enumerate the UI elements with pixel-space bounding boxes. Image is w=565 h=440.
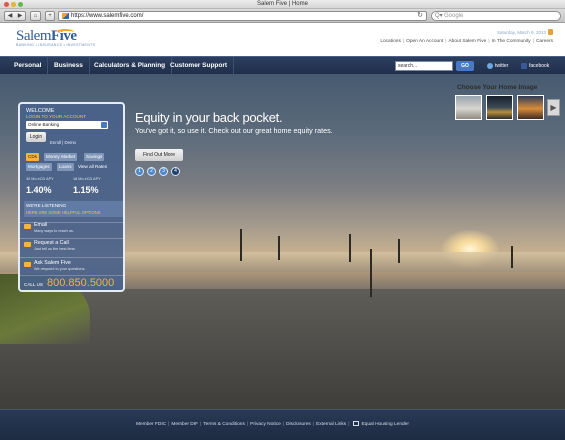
add-bookmark-icon[interactable]: + [45,11,55,21]
rate-value-18mo: 1.15% [73,185,99,195]
account-type-select[interactable]: Online Banking [26,121,108,129]
util-link-locations[interactable]: Locations [380,39,401,44]
address-bar[interactable]: https://www.salemfive.com/ ↻ [58,11,427,21]
helpful-options-label: HERE ARE SOME HELPFUL OPTIONS [26,210,101,215]
reload-icon[interactable]: ↻ [417,12,423,20]
slide-pager-4[interactable]: 4 [171,167,180,176]
home-image-thumb-1[interactable] [455,95,482,120]
slide-pager-1[interactable]: 1 [135,167,144,176]
browser-search-placeholder: Google [444,13,464,19]
divider [20,257,123,258]
home-image-thumb-3[interactable] [517,95,544,120]
main-nav: Personal Business Calculators & Planning… [0,56,565,74]
logo-swoosh-icon [56,29,74,35]
current-date: Saturday, March 9, 2013 [497,30,546,35]
login-panel: WELCOME LOGIN TO YOUR ACCOUNT Online Ban… [18,102,125,292]
salem-five-logo[interactable]: SalemFive BANKING • INSURANCE • INVESTME… [16,28,95,47]
ask-salem-five-option[interactable]: Ask Salem Five [34,260,71,266]
enroll-demo-links[interactable]: Enroll | Demo [50,140,76,145]
back-icon[interactable]: ◀ [5,12,15,20]
window-title: Salem Five | Home [257,1,308,7]
slide-pager-3[interactable]: 3 [159,167,168,176]
pole-image [278,236,280,260]
pole-image [398,239,400,263]
rate-label-30mo: 30 Mo eCD APY [26,177,54,181]
pole-image [511,246,513,268]
pole-image [370,249,372,297]
chevron-down-icon [101,122,107,128]
site-search-input[interactable]: search... [395,61,453,71]
home-icon[interactable]: ⌂ [30,11,41,21]
divider [20,238,123,239]
search-icon[interactable]: Q▾ [435,12,443,20]
hero-title: Equity in your back pocket. [135,110,283,125]
email-option[interactable]: Email [34,222,47,228]
footer-member-dif[interactable]: Member DIF [171,422,198,427]
facebook-link[interactable]: facebook [521,61,549,71]
choose-home-image-title: Choose Your Home Image [457,84,538,91]
nav-personal[interactable]: Personal [8,57,49,74]
nav-business[interactable]: Business [48,57,90,74]
rate-tab-savings[interactable]: Savings [84,153,105,161]
facebook-icon [521,62,527,69]
equal-housing-icon [353,421,360,426]
window-titlebar: Salem Five | Home [0,0,565,9]
favicon-icon [62,13,69,19]
back-forward-buttons: ◀ ▶ [4,11,26,21]
chat-icon [24,262,31,267]
rate-tab-cds[interactable]: CDs [26,153,39,161]
hero-subtitle: You've got it, so use it. Check out our … [135,126,333,135]
footer-terms[interactable]: Terms & Conditions [203,422,245,427]
twitter-link[interactable]: twitter [487,61,508,71]
forward-icon[interactable]: ▶ [15,12,25,20]
browser-toolbar: ◀ ▶ ⌂ + https://www.salemfive.com/ ↻ Q▾ G… [0,9,565,23]
logo-tagline: BANKING • INSURANCE • INVESTMENTS [16,43,96,47]
slide-pager-2[interactable]: 2 [147,167,156,176]
email-option-desc: Many ways to reach us. [34,229,74,233]
site-footer: Member FDIC | Member DIF | Terms & Condition… [0,409,565,440]
twitter-icon [487,62,493,69]
rate-value-30mo: 1.40% [26,185,52,195]
home-image-thumb-2[interactable] [486,95,513,120]
url-text[interactable]: https://www.salemfive.com/ [71,12,143,20]
rate-tab-loans[interactable]: Loans [57,163,74,171]
find-out-more-button[interactable]: Find Out More [135,149,183,161]
pole-image [240,229,242,261]
footer-privacy[interactable]: Privacy Notice [250,422,281,427]
pole-image [349,234,351,262]
rate-tab-mortgages[interactable]: Mortgages [26,163,52,171]
rate-tab-money-market[interactable]: Money Market [44,153,78,161]
util-link-open-account[interactable]: Open An Account [406,39,443,44]
ask-salem-five-desc: We respond to your questions. [34,267,86,271]
login-button[interactable]: Login [26,132,46,142]
call-us-number[interactable]: 800.850.5000 [47,277,114,289]
were-listening-box: WE'RE LISTENING HERE ARE SOME HELPFUL OP… [24,201,123,217]
request-call-option[interactable]: Request a Call [34,240,69,246]
util-link-about[interactable]: About Salem Five [448,39,486,44]
nav-customer-support[interactable]: Customer Support [164,57,235,74]
rate-label-18mo: 18 Mo eCD APY [73,177,101,181]
request-call-desc: Just tell us the best time. [34,247,76,251]
email-icon [24,224,31,229]
footer-external-links[interactable]: External Links [316,422,346,427]
login-to-account-label: LOGIN TO YOUR ACCOUNT [26,114,86,119]
util-link-community[interactable]: In The Community [492,39,531,44]
utility-links: Locations | Open An Account | About Salem Fi… [380,39,553,44]
divider [20,275,123,276]
were-listening-heading: WE'RE LISTENING [26,203,67,208]
call-us-label: CALL US [24,282,43,287]
browser-search-field[interactable]: Q▾ Google [431,11,561,21]
util-link-careers[interactable]: Careers [536,39,553,44]
site-header: SalemFive BANKING • INSURANCE • INVESTME… [0,24,565,56]
next-image-arrow-icon[interactable]: ▶ [547,99,560,116]
phone-icon [24,242,31,247]
view-all-rates-link[interactable]: View all Rates [76,163,109,171]
nav-calculators-planning[interactable]: Calculators & Planning [88,57,173,74]
footer-member-fdic[interactable]: Member FDIC [136,422,166,427]
footer-disclosures[interactable]: Disclosures [286,422,311,427]
search-go-button[interactable]: GO [456,61,474,71]
footer-links: Member FDIC | Member DIF | Terms & Condition… [136,421,409,427]
lock-icon [548,29,553,35]
footer-equal-housing[interactable]: Equal Housing Lender [361,422,408,427]
